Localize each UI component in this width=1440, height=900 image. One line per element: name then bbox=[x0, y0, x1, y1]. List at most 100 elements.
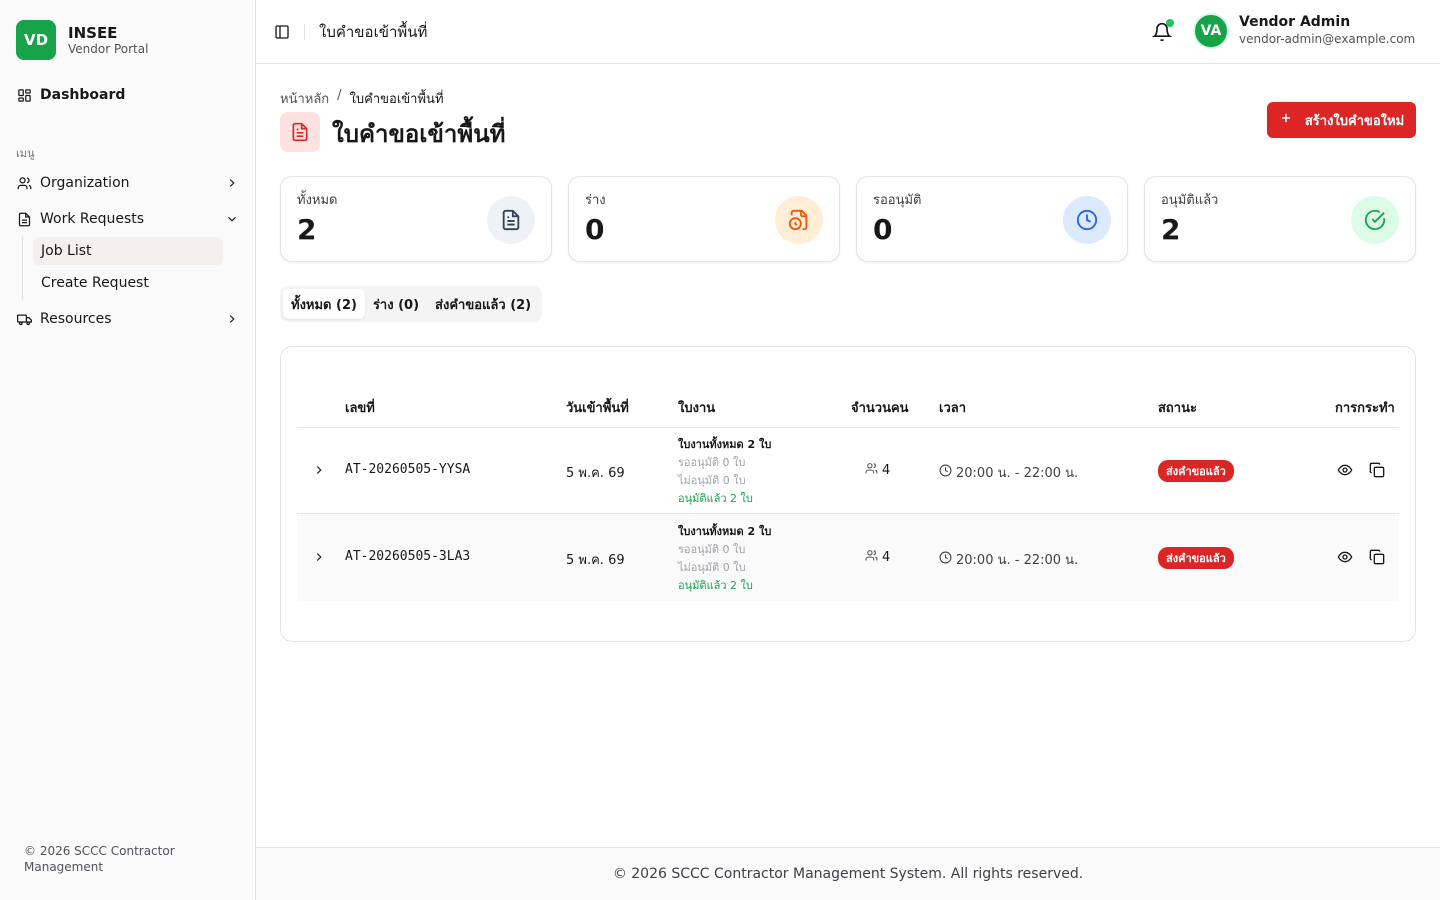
avatar[interactable]: VA bbox=[1193, 13, 1229, 49]
jobs-rejected: ไม่อนุมัติ 0 ใบ bbox=[678, 474, 746, 487]
people-count: 4 bbox=[865, 462, 890, 479]
truck-icon bbox=[16, 311, 32, 327]
request-code: AT-20260505-3LA3 bbox=[345, 549, 471, 564]
people-count: 4 bbox=[865, 549, 890, 566]
chevron-down-icon bbox=[224, 211, 240, 227]
subnav-line bbox=[22, 236, 23, 300]
plus-icon bbox=[1279, 111, 1293, 129]
user-name: Vendor Admin bbox=[1239, 14, 1351, 30]
stat-value: 2 bbox=[297, 213, 317, 246]
brand-subtitle: Vendor Portal bbox=[68, 41, 149, 56]
jobs-total: ใบงานทั้งหมด 2 ใบ bbox=[678, 438, 772, 451]
people-value: 4 bbox=[882, 463, 891, 478]
chevron-right-icon[interactable] bbox=[311, 462, 327, 478]
job-summary: ใบงานทั้งหมด 2 ใบ รออนุมัติ 0 ใบ ไม่อนุม… bbox=[678, 523, 771, 595]
status-badge: ส่งคำขอแล้ว bbox=[1158, 460, 1234, 482]
jobs-pending: รออนุมัติ 0 ใบ bbox=[678, 456, 746, 469]
entry-date: 5 พ.ค. 69 bbox=[566, 466, 625, 481]
file-icon bbox=[16, 211, 32, 227]
sidebar-group-label: เมนู bbox=[16, 147, 35, 160]
sidebar-item-label: Work Requests bbox=[40, 211, 145, 227]
time-value: 20:00 น. - 22:00 น. bbox=[956, 553, 1079, 568]
dashboard-icon bbox=[16, 87, 32, 103]
copy-icon[interactable] bbox=[1367, 547, 1387, 567]
entry-date: 5 พ.ค. 69 bbox=[566, 553, 625, 568]
clock-icon bbox=[1063, 196, 1111, 244]
notification-dot bbox=[1166, 19, 1174, 27]
sidebar-subitem-job-list[interactable]: Job List bbox=[33, 237, 223, 265]
sidebar-item-dashboard[interactable]: Dashboard bbox=[8, 79, 248, 111]
stat-card-draft: ร่าง 0 bbox=[568, 176, 840, 262]
tab-submitted[interactable]: ส่งคำขอแล้ว (2) bbox=[427, 289, 539, 319]
filter-tabs: ทั้งหมด (2) ร่าง (0) ส่งคำขอแล้ว (2) bbox=[280, 286, 543, 322]
job-summary: ใบงานทั้งหมด 2 ใบ รออนุมัติ 0 ใบ ไม่อนุม… bbox=[678, 436, 771, 508]
stat-card-approved: อนุมัติแล้ว 2 bbox=[1144, 176, 1416, 262]
time-range: 20:00 น. - 22:00 น. bbox=[939, 462, 1078, 483]
clock-icon bbox=[939, 551, 952, 568]
sidebar: VD INSEE Vendor Portal Dashboard เมนู Or… bbox=[0, 0, 256, 900]
breadcrumb: หน้าหลัก / ใบคำขอเข้าพื้นที่ bbox=[280, 88, 444, 109]
chevron-right-icon[interactable] bbox=[311, 549, 327, 565]
col-header-status: สถานะ bbox=[1158, 401, 1197, 416]
stat-label: อนุมัติแล้ว bbox=[1161, 193, 1219, 208]
col-header-code: เลขที่ bbox=[345, 401, 375, 416]
create-request-button[interactable]: สร้างใบคำขอใหม่ bbox=[1267, 102, 1416, 138]
jobs-approved: อนุมัติแล้ว 2 ใบ bbox=[678, 579, 753, 592]
status-badge: ส่งคำขอแล้ว bbox=[1158, 547, 1234, 569]
clock-icon bbox=[939, 464, 952, 481]
requests-table-card: เลขที่ วันเข้าพื้นที่ ใบงาน จำนวนคน เวลา… bbox=[280, 346, 1416, 642]
stat-card-total: ทั้งหมด 2 bbox=[280, 176, 552, 262]
page-title: ใบคำขอเข้าพื้นที่ bbox=[332, 120, 506, 148]
col-header-actions: การกระทำ bbox=[1335, 401, 1395, 416]
jobs-approved: อนุมัติแล้ว 2 ใบ bbox=[678, 492, 753, 505]
sidebar-footer: © 2026 SCCC Contractor Management bbox=[24, 844, 175, 874]
breadcrumb-current: ใบคำขอเข้าพื้นที่ bbox=[349, 92, 444, 107]
stat-value: 2 bbox=[1161, 213, 1181, 246]
jobs-total: ใบงานทั้งหมด 2 ใบ bbox=[678, 525, 772, 538]
time-range: 20:00 น. - 22:00 น. bbox=[939, 549, 1078, 570]
table-row[interactable]: AT-20260505-YYSA 5 พ.ค. 69 ใบงานทั้งหมด … bbox=[297, 428, 1399, 514]
brand-name: INSEE bbox=[68, 23, 118, 42]
request-code: AT-20260505-YYSA bbox=[345, 462, 471, 477]
document-icon bbox=[487, 196, 535, 244]
main-content: หน้าหลัก / ใบคำขอเข้าพื้นที่ ใบคำขอเข้าพ… bbox=[256, 64, 1440, 847]
stat-label: ทั้งหมด bbox=[297, 193, 338, 208]
users-icon bbox=[16, 175, 32, 191]
user-info[interactable]: Vendor Admin vendor-admin@example.com bbox=[1239, 14, 1415, 48]
brand-logo: VD bbox=[16, 20, 56, 60]
users-icon bbox=[865, 549, 878, 566]
file-clock-icon bbox=[775, 196, 823, 244]
breadcrumb-home[interactable]: หน้าหลัก bbox=[280, 88, 329, 109]
chevron-right-icon bbox=[224, 175, 240, 191]
sidebar-item-label: Dashboard bbox=[40, 87, 126, 103]
col-header-jobs: ใบงาน bbox=[678, 401, 716, 416]
time-value: 20:00 น. - 22:00 น. bbox=[956, 466, 1079, 481]
brand[interactable]: VD INSEE Vendor Portal bbox=[0, 0, 255, 64]
tab-all[interactable]: ทั้งหมด (2) bbox=[283, 289, 365, 319]
create-request-label: สร้างใบคำขอใหม่ bbox=[1304, 113, 1405, 129]
sidebar-item-organization[interactable]: Organization bbox=[8, 167, 248, 199]
jobs-rejected: ไม่อนุมัติ 0 ใบ bbox=[678, 561, 746, 574]
tab-draft[interactable]: ร่าง (0) bbox=[365, 289, 427, 319]
check-circle-icon bbox=[1351, 196, 1399, 244]
breadcrumb-separator: / bbox=[337, 88, 342, 103]
sidebar-item-resources[interactable]: Resources bbox=[8, 303, 248, 335]
sidebar-item-work-requests[interactable]: Work Requests bbox=[8, 203, 248, 235]
bell-icon[interactable] bbox=[1151, 19, 1174, 42]
col-header-date: วันเข้าพื้นที่ bbox=[566, 401, 629, 416]
eye-icon[interactable] bbox=[1335, 547, 1355, 567]
user-email: vendor-admin@example.com bbox=[1239, 32, 1416, 46]
jobs-pending: รออนุมัติ 0 ใบ bbox=[678, 543, 746, 556]
page-footer: © 2026 SCCC Contractor Management System… bbox=[256, 847, 1440, 900]
chevron-right-icon bbox=[224, 311, 240, 327]
stat-label: รออนุมัติ bbox=[873, 193, 922, 208]
sidebar-item-label: Resources bbox=[40, 311, 112, 327]
sidebar-subitem-create-request[interactable]: Create Request bbox=[33, 269, 223, 297]
stat-value: 0 bbox=[873, 213, 893, 246]
sidebar-item-label: Organization bbox=[40, 175, 130, 191]
sidebar-toggle-icon[interactable] bbox=[274, 24, 290, 40]
document-icon bbox=[280, 112, 320, 152]
eye-icon[interactable] bbox=[1335, 460, 1355, 480]
copy-icon[interactable] bbox=[1367, 460, 1387, 480]
table-row[interactable]: AT-20260505-3LA3 5 พ.ค. 69 ใบงานทั้งหมด … bbox=[297, 515, 1399, 601]
